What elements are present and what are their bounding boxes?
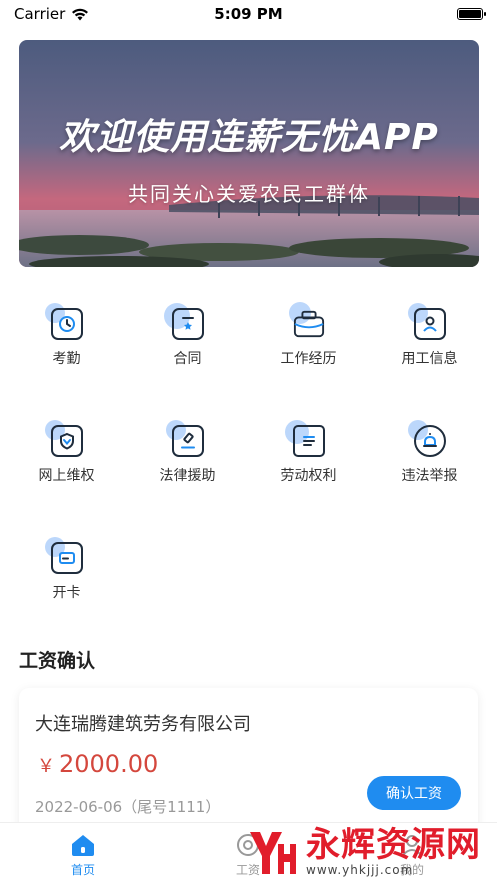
menu-item-employment-info[interactable]: 用工信息 <box>369 303 490 386</box>
user-card-icon <box>413 308 446 340</box>
section-title: 工资确认 <box>19 650 96 672</box>
watermark-url: www.yhkjjj.com <box>306 863 414 877</box>
gavel-icon <box>171 425 204 457</box>
currency-symbol: ￥ <box>37 756 55 777</box>
amount-value: 2000.00 <box>59 750 159 778</box>
tab-label: 首页 <box>70 863 95 877</box>
menu-label: 法律援助 <box>159 468 216 484</box>
banner-title: 欢迎使用连薪无忧APP <box>59 117 439 158</box>
watermark: 永辉资源网 www.yhkjjj.com <box>244 822 484 882</box>
home-icon <box>72 835 94 856</box>
menu-label: 违法举报 <box>401 468 458 484</box>
menu-label: 开卡 <box>52 585 81 601</box>
menu-label: 用工信息 <box>401 351 458 367</box>
briefcase-icon <box>293 308 325 340</box>
menu-item-attendance[interactable]: 考勤 <box>6 303 127 386</box>
alarm-icon <box>413 425 446 457</box>
menu-label: 网上维权 <box>38 468 95 484</box>
battery-icon <box>457 8 486 20</box>
status-left: Carrier <box>14 5 89 23</box>
document-icon <box>292 425 325 457</box>
company-name: 大连瑞腾建筑劳务有限公司 <box>35 714 251 735</box>
shield-icon <box>50 425 83 457</box>
menu-item-work-history[interactable]: 工作经历 <box>248 302 369 386</box>
watermark-title: 永辉资源网 <box>306 825 481 865</box>
confirm-wage-button[interactable]: 确认工资 <box>367 776 461 810</box>
menu-label: 工作经历 <box>280 351 337 367</box>
wifi-icon <box>72 8 89 20</box>
wage-amount: ￥ 2000.00 <box>37 750 158 778</box>
battery-fill <box>459 10 481 18</box>
menu-item-open-card[interactable]: 开卡 <box>6 537 127 620</box>
menu-label: 考勤 <box>52 351 81 367</box>
clock-icon <box>50 308 83 340</box>
tab-home[interactable]: 首页 <box>43 833 123 878</box>
banner-subtitle: 共同关心关爱农民工群体 <box>128 182 370 206</box>
menu-item-legal-aid[interactable]: 法律援助 <box>127 420 248 503</box>
card-icon <box>50 542 83 574</box>
welcome-banner[interactable]: 欢迎使用连薪无忧APP 共同关心关爱农民工群体 <box>19 40 479 267</box>
wage-date: 2022-06-06（尾号1111） <box>35 798 221 816</box>
menu-item-online-rights[interactable]: 网上维权 <box>6 420 127 503</box>
menu-item-labor-rights[interactable]: 劳动权利 <box>248 420 369 503</box>
watermark-logo-icon <box>250 832 296 874</box>
wage-card[interactable]: 大连瑞腾建筑劳务有限公司 ￥ 2000.00 2022-06-06（尾号1111）… <box>19 688 478 838</box>
menu-item-contract[interactable]: 合同 <box>127 303 248 386</box>
carrier-label: Carrier <box>14 5 66 23</box>
status-bar: Carrier 5:09 PM <box>0 0 497 28</box>
menu-item-report-violation[interactable]: 违法举报 <box>369 420 490 503</box>
contract-icon <box>171 308 204 340</box>
menu-label: 劳动权利 <box>280 468 337 484</box>
menu-label: 合同 <box>173 351 202 367</box>
